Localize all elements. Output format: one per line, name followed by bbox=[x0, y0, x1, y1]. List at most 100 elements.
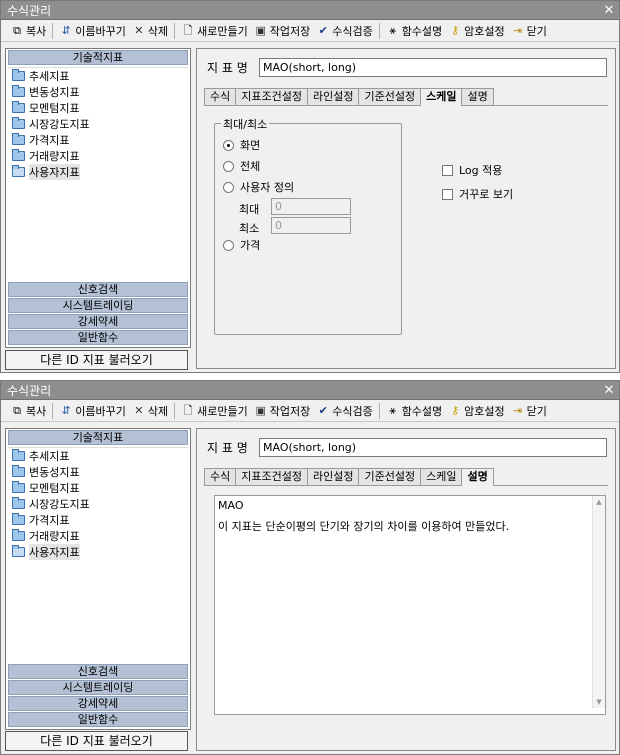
tab-line[interactable]: 라인설정 bbox=[306, 468, 360, 485]
close-icon[interactable]: ✕ bbox=[599, 383, 619, 398]
tree-item[interactable]: 거래량지표 bbox=[8, 148, 188, 164]
description-line: 이 지표는 단순이평의 단기와 장기의 차이를 이용하여 만들었다. bbox=[218, 520, 510, 533]
section-strength[interactable]: 강세약세 bbox=[8, 314, 188, 329]
tab-baseline[interactable]: 기준선설정 bbox=[358, 468, 422, 485]
folder-icon bbox=[12, 101, 25, 113]
tree-item-selected[interactable]: 사용자지표 bbox=[8, 544, 188, 560]
section-signal-search[interactable]: 신호검색 bbox=[8, 282, 188, 297]
close-button[interactable]: ⇥ 닫기 bbox=[508, 402, 550, 420]
tree-item[interactable]: 가격지표 bbox=[8, 512, 188, 528]
check-icon: ✔ bbox=[318, 24, 328, 37]
tree-item[interactable]: 모멘텀지표 bbox=[8, 480, 188, 496]
tab-baseline[interactable]: 기준선설정 bbox=[358, 88, 422, 105]
folder-open-icon bbox=[12, 165, 25, 177]
vertical-scrollbar[interactable]: ▲ ▼ bbox=[592, 496, 605, 708]
left-panel: 기술적지표 추세지표 변동성지표 모멘텀지표 시장강도지표 가격지표 거래량지표… bbox=[5, 48, 191, 348]
right-panel: 지 표 명 MAO(short, long) 수식 지표조건설정 라인설정 기준… bbox=[196, 48, 616, 369]
password-button[interactable]: ⚷ 암호설정 bbox=[445, 402, 507, 420]
radio-screen[interactable]: 화면 bbox=[223, 137, 260, 153]
delete-icon: ✕ bbox=[134, 24, 144, 37]
reverse-checkbox[interactable]: 거꾸로 보기 bbox=[442, 186, 513, 202]
max-input[interactable]: 0 bbox=[271, 198, 351, 215]
new-button[interactable]: 🗋 새로만들기 bbox=[178, 402, 251, 420]
function-help-button[interactable]: ⚹ 함수설명 bbox=[383, 402, 445, 420]
verify-button[interactable]: ✔ 수식검증 bbox=[313, 22, 375, 40]
tree-item[interactable]: 모멘텀지표 bbox=[8, 100, 188, 116]
section-system-trading[interactable]: 시스템트레이딩 bbox=[8, 298, 188, 313]
description-textarea[interactable]: MAO 이 지표는 단순이평의 단기와 장기의 차이를 이용하여 만들었다. ▲… bbox=[214, 495, 606, 715]
category-header[interactable]: 기술적지표 bbox=[8, 50, 188, 65]
checkbox-box bbox=[442, 164, 453, 176]
load-other-id-button[interactable]: 다른 ID 지표 불러오기 bbox=[5, 731, 188, 751]
category-header[interactable]: 기술적지표 bbox=[8, 430, 188, 445]
section-system-trading[interactable]: 시스템트레이딩 bbox=[8, 680, 188, 695]
new-button[interactable]: 🗋 새로만들기 bbox=[178, 22, 251, 40]
close-icon[interactable]: ✕ bbox=[599, 3, 619, 18]
save-button[interactable]: ▣ 작업저장 bbox=[251, 402, 313, 420]
title-bar: 수식관리 ✕ bbox=[1, 1, 619, 20]
tree-item[interactable]: 시장강도지표 bbox=[8, 496, 188, 512]
folder-icon bbox=[12, 497, 25, 509]
scroll-up-icon[interactable]: ▲ bbox=[593, 496, 605, 508]
indicator-name-input[interactable]: MAO(short, long) bbox=[259, 58, 607, 77]
load-other-id-button[interactable]: 다른 ID 지표 불러오기 bbox=[5, 350, 188, 370]
radio-all[interactable]: 전체 bbox=[223, 158, 260, 174]
window-title: 수식관리 bbox=[7, 383, 52, 398]
radio-price[interactable]: 가격 bbox=[223, 237, 260, 253]
section-signal-search[interactable]: 신호검색 bbox=[8, 664, 188, 679]
save-icon: ▣ bbox=[255, 404, 266, 417]
section-general-functions[interactable]: 일반함수 bbox=[8, 712, 188, 727]
delete-button[interactable]: ✕ 삭제 bbox=[129, 22, 171, 40]
close-button[interactable]: ⇥ 닫기 bbox=[508, 22, 550, 40]
tab-formula[interactable]: 수식 bbox=[204, 88, 237, 105]
verify-button[interactable]: ✔ 수식검증 bbox=[313, 402, 375, 420]
scroll-down-icon[interactable]: ▼ bbox=[593, 696, 605, 708]
folder-icon bbox=[12, 133, 25, 145]
tab-scale[interactable]: 스케일 bbox=[420, 88, 463, 106]
copy-button[interactable]: ⧉ 복사 bbox=[7, 402, 49, 420]
rename-button[interactable]: ⇵ 이름바꾸기 bbox=[56, 402, 129, 420]
section-general-functions[interactable]: 일반함수 bbox=[8, 330, 188, 345]
toolbar-separator bbox=[174, 22, 176, 39]
function-help-button[interactable]: ⚹ 함수설명 bbox=[383, 22, 445, 40]
save-button[interactable]: ▣ 작업저장 bbox=[251, 22, 313, 40]
description-line: MAO bbox=[218, 499, 244, 512]
tab-line[interactable]: 라인설정 bbox=[306, 88, 360, 105]
tree-item[interactable]: 변동성지표 bbox=[8, 464, 188, 480]
copy-icon: ⧉ bbox=[13, 24, 21, 37]
rename-icon: ⇵ bbox=[61, 24, 71, 37]
exit-icon: ⇥ bbox=[513, 404, 523, 417]
minmax-group: 최대/최소 화면 전체 사용자 정의 최대 0 최소 0 가격 bbox=[214, 116, 402, 335]
tree-item[interactable]: 거래량지표 bbox=[8, 528, 188, 544]
folder-open-icon bbox=[12, 545, 25, 557]
rename-button[interactable]: ⇵ 이름바꾸기 bbox=[56, 22, 129, 40]
formula-manager-window-scale: 수식관리 ✕ ⧉ 복사 ⇵ 이름바꾸기 ✕ 삭제 🗋 새로만들기 ▣ 작업저장 ✔ 수식검증… bbox=[0, 0, 620, 373]
tree-item[interactable]: 시장강도지표 bbox=[8, 116, 188, 132]
min-input[interactable]: 0 bbox=[271, 217, 351, 234]
tab-strip: 수식 지표조건설정 라인설정 기준선설정 스케일 설명 bbox=[204, 468, 494, 486]
delete-button[interactable]: ✕ 삭제 bbox=[129, 402, 171, 420]
tree-item[interactable]: 변동성지표 bbox=[8, 84, 188, 100]
section-strength[interactable]: 강세약세 bbox=[8, 696, 188, 711]
radio-dot bbox=[223, 160, 234, 172]
tab-strip: 수식 지표조건설정 라인설정 기준선설정 스케일 설명 bbox=[204, 88, 494, 106]
delete-icon: ✕ bbox=[134, 404, 144, 417]
log-checkbox[interactable]: Log 적용 bbox=[442, 162, 502, 178]
indicator-name-input[interactable]: MAO(short, long) bbox=[259, 438, 607, 457]
radio-user-defined[interactable]: 사용자 정의 bbox=[223, 179, 294, 195]
toolbar-separator bbox=[52, 402, 54, 419]
tree-item[interactable]: 추세지표 bbox=[8, 448, 188, 464]
tab-condition[interactable]: 지표조건설정 bbox=[235, 88, 308, 105]
tab-description[interactable]: 설명 bbox=[461, 468, 494, 486]
tree-item[interactable]: 추세지표 bbox=[8, 68, 188, 84]
copy-button[interactable]: ⧉ 복사 bbox=[7, 22, 49, 40]
tab-condition[interactable]: 지표조건설정 bbox=[235, 468, 308, 485]
tree-item-selected[interactable]: 사용자지표 bbox=[8, 164, 188, 180]
copy-icon: ⧉ bbox=[13, 404, 21, 417]
indicator-name-label: 지 표 명 bbox=[207, 61, 248, 75]
tree-item[interactable]: 가격지표 bbox=[8, 132, 188, 148]
password-button[interactable]: ⚷ 암호설정 bbox=[445, 22, 507, 40]
tab-scale[interactable]: 스케일 bbox=[420, 468, 463, 485]
tab-description[interactable]: 설명 bbox=[461, 88, 494, 105]
tab-formula[interactable]: 수식 bbox=[204, 468, 237, 485]
